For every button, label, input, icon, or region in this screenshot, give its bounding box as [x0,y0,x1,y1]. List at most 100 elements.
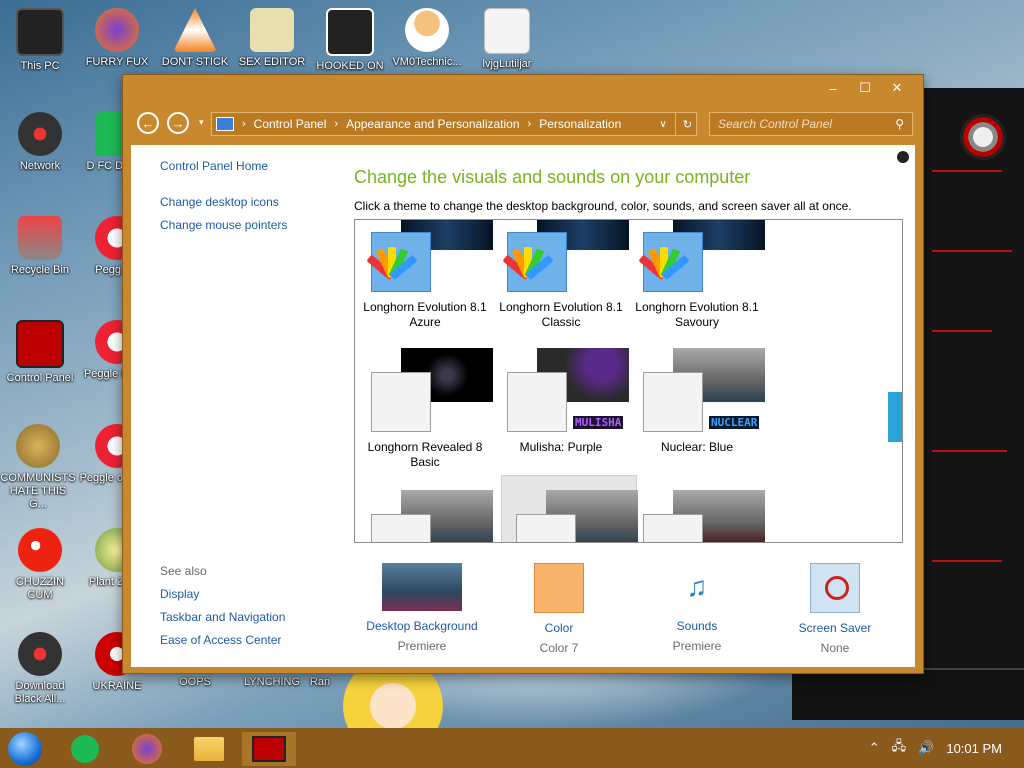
screen-saver-icon [810,563,860,613]
desktop-icon-ran[interactable]: Ran [300,676,340,689]
change-mouse-pointers-link[interactable]: Change mouse pointers [160,218,287,232]
start-button[interactable] [2,732,48,766]
maximize-button[interactable]: ☐ [849,77,881,99]
taskbar-app-control-panel[interactable] [242,732,296,766]
personalization-window: – ☐ ✕ ← → ▾ › Control Panel › Appearance… [122,74,924,674]
chuzzle-icon [18,528,62,572]
theme-color-preview [643,372,703,432]
search-input[interactable]: Search Control Panel ⚲ [709,112,913,136]
ease-of-access-link[interactable]: Ease of Access Center [160,633,281,647]
widget-decoration [932,450,1007,452]
back-button[interactable]: ← [137,112,159,134]
theme-name: Longhorn Evolution 8.1 Savoury [635,300,759,329]
desktop-icon-dont-stick[interactable]: DONT STICK [157,8,233,69]
forward-button[interactable]: → [167,112,189,134]
window-controls: – ☐ ✕ [817,77,913,99]
theme-tile[interactable]: NUCLEAR Nuclear: Blue [629,340,765,460]
recycle-bin-icon [18,216,62,260]
system-tray: ⌃ 🖧 🔊 10:01 PM [869,728,1024,768]
clock[interactable]: 10:01 PM [946,741,1002,756]
network-status-icon[interactable]: 🖧 [892,737,907,759]
theme-tile[interactable] [629,482,765,542]
desktop-icon-label: UKRAINE [92,680,142,692]
chevron-right-icon: › [527,118,532,130]
change-desktop-icons-link[interactable]: Change desktop icons [160,195,279,209]
desktop-icon-label: SEX EDITOR [238,56,306,68]
theme-color-preview [643,514,703,542]
desktop-icon-lynching[interactable]: LYNCHING [234,676,310,689]
desktop-icon-network[interactable]: Network [2,112,78,173]
maze-game-icon [326,8,374,56]
desktop-icon-vm0technic[interactable]: VM0Technic... [389,8,465,69]
desktop-icon-furry-fux[interactable]: FURRY FUX [79,8,155,69]
desktop-icon-label: This PC [20,60,60,72]
breadcrumb-control-panel[interactable]: Control Panel [254,117,327,131]
chevron-right-icon: › [242,118,246,130]
color-value: Color 7 [539,641,579,655]
address-dropdown-button[interactable]: ∨ [653,112,673,136]
desktop-background-link[interactable]: Desktop Background [347,619,497,633]
theme-tile[interactable]: Longhorn Evolution 8.1 Azure [357,220,493,329]
control-panel-home-link[interactable]: Control Panel Home [160,159,268,173]
theme-tile[interactable]: Longhorn Evolution 8.1 Classic [493,220,629,329]
sounds-value: Premiere [672,639,722,653]
color-option[interactable]: Color Color 7 [484,563,634,655]
screen-saver-link[interactable]: Screen Saver [760,621,910,635]
screen-saver-value: None [820,641,850,655]
folder-icon [194,737,224,761]
color-swatch [534,563,584,613]
close-button[interactable]: ✕ [881,77,913,99]
desktop-icon-download-black[interactable]: Download Black All... [2,632,78,706]
desktop-icon-oops[interactable]: OOPS [157,676,233,689]
desktop-icon-recycle-bin[interactable]: Recycle Bin [2,216,78,277]
content-area: Control Panel Home Change desktop icons … [131,145,915,667]
desktop-icon-label: CHUZZIN CUM [15,576,65,601]
hxd-editor-icon [250,8,294,52]
refresh-button[interactable]: ↻ [675,112,699,136]
volume-icon[interactable]: 🔊 [918,740,934,756]
computer-icon [16,8,64,56]
display-link[interactable]: Display [160,587,199,601]
desktop-background-option[interactable]: Desktop Background Premiere [347,563,497,653]
desktop-icon-label: COMMUNISTS HATE THIS G... [0,472,76,510]
desktop-icon-this-pc[interactable]: This PC [2,8,78,73]
chevron-right-icon: › [334,118,339,130]
breadcrumb-personalization[interactable]: Personalization [539,117,621,131]
desktop-icon-label: Network [19,160,61,172]
alien-icon [18,632,62,676]
desktop-icon-chuzzin-cum[interactable]: CHUZZIN CUM [2,528,78,602]
help-icon[interactable] [897,151,909,163]
theme-gallery[interactable]: Longhorn Evolution 8.1 Azure Longhorn Ev… [354,219,903,543]
desktop-icon-label: Ran [309,676,331,688]
recent-locations-button[interactable]: ▾ [199,117,204,128]
theme-name: Nuclear: Blue [660,440,734,454]
sounds-option[interactable]: ♫ Sounds Premiere [622,563,772,653]
screen-saver-option[interactable]: Screen Saver None [760,563,910,655]
theme-tile[interactable]: Longhorn Revealed 8 Basic [357,340,493,469]
theme-tile[interactable]: Longhorn Evolution 8.1 Savoury [629,220,765,329]
desktop-icon-hooked-on[interactable]: HOOKED ON [312,8,388,73]
taskbar-navigation-link[interactable]: Taskbar and Navigation [160,610,285,624]
search-icon[interactable]: ⚲ [895,117,904,131]
theme-tile[interactable]: MULISHA Mulisha: Purple [493,340,629,460]
taskbar-app-firefox[interactable] [124,732,170,766]
desktop-widget-base [792,668,1024,720]
scrollbar-thumb[interactable] [888,392,902,442]
taskbar-app-file-explorer[interactable] [186,732,232,766]
vlc-cone-icon [173,8,217,52]
color-link[interactable]: Color [484,621,634,635]
minimize-button[interactable]: – [817,77,849,99]
taskbar-app-notes[interactable] [62,732,108,766]
desktop-icon-control-panel[interactable]: Control Panel [2,320,78,385]
see-also-heading: See also [160,564,207,578]
sounds-link[interactable]: Sounds [622,619,772,633]
address-bar[interactable]: › Control Panel › Appearance and Persona… [211,112,697,136]
breadcrumb-appearance[interactable]: Appearance and Personalization [346,117,519,131]
desktop-icon-lvjglutiljar[interactable]: lvjgLutiljar [469,8,545,71]
desktop-icon-sex-editor[interactable]: SEX EDITOR [234,8,310,69]
theme-tile[interactable] [357,482,493,542]
show-hidden-icons-chevron-icon[interactable]: ⌃ [869,740,880,756]
desktop-icon-communists[interactable]: COMMUNISTS HATE THIS G... [0,424,76,511]
color-fan-icon [638,243,692,281]
theme-tile-hovered[interactable] [501,475,638,542]
